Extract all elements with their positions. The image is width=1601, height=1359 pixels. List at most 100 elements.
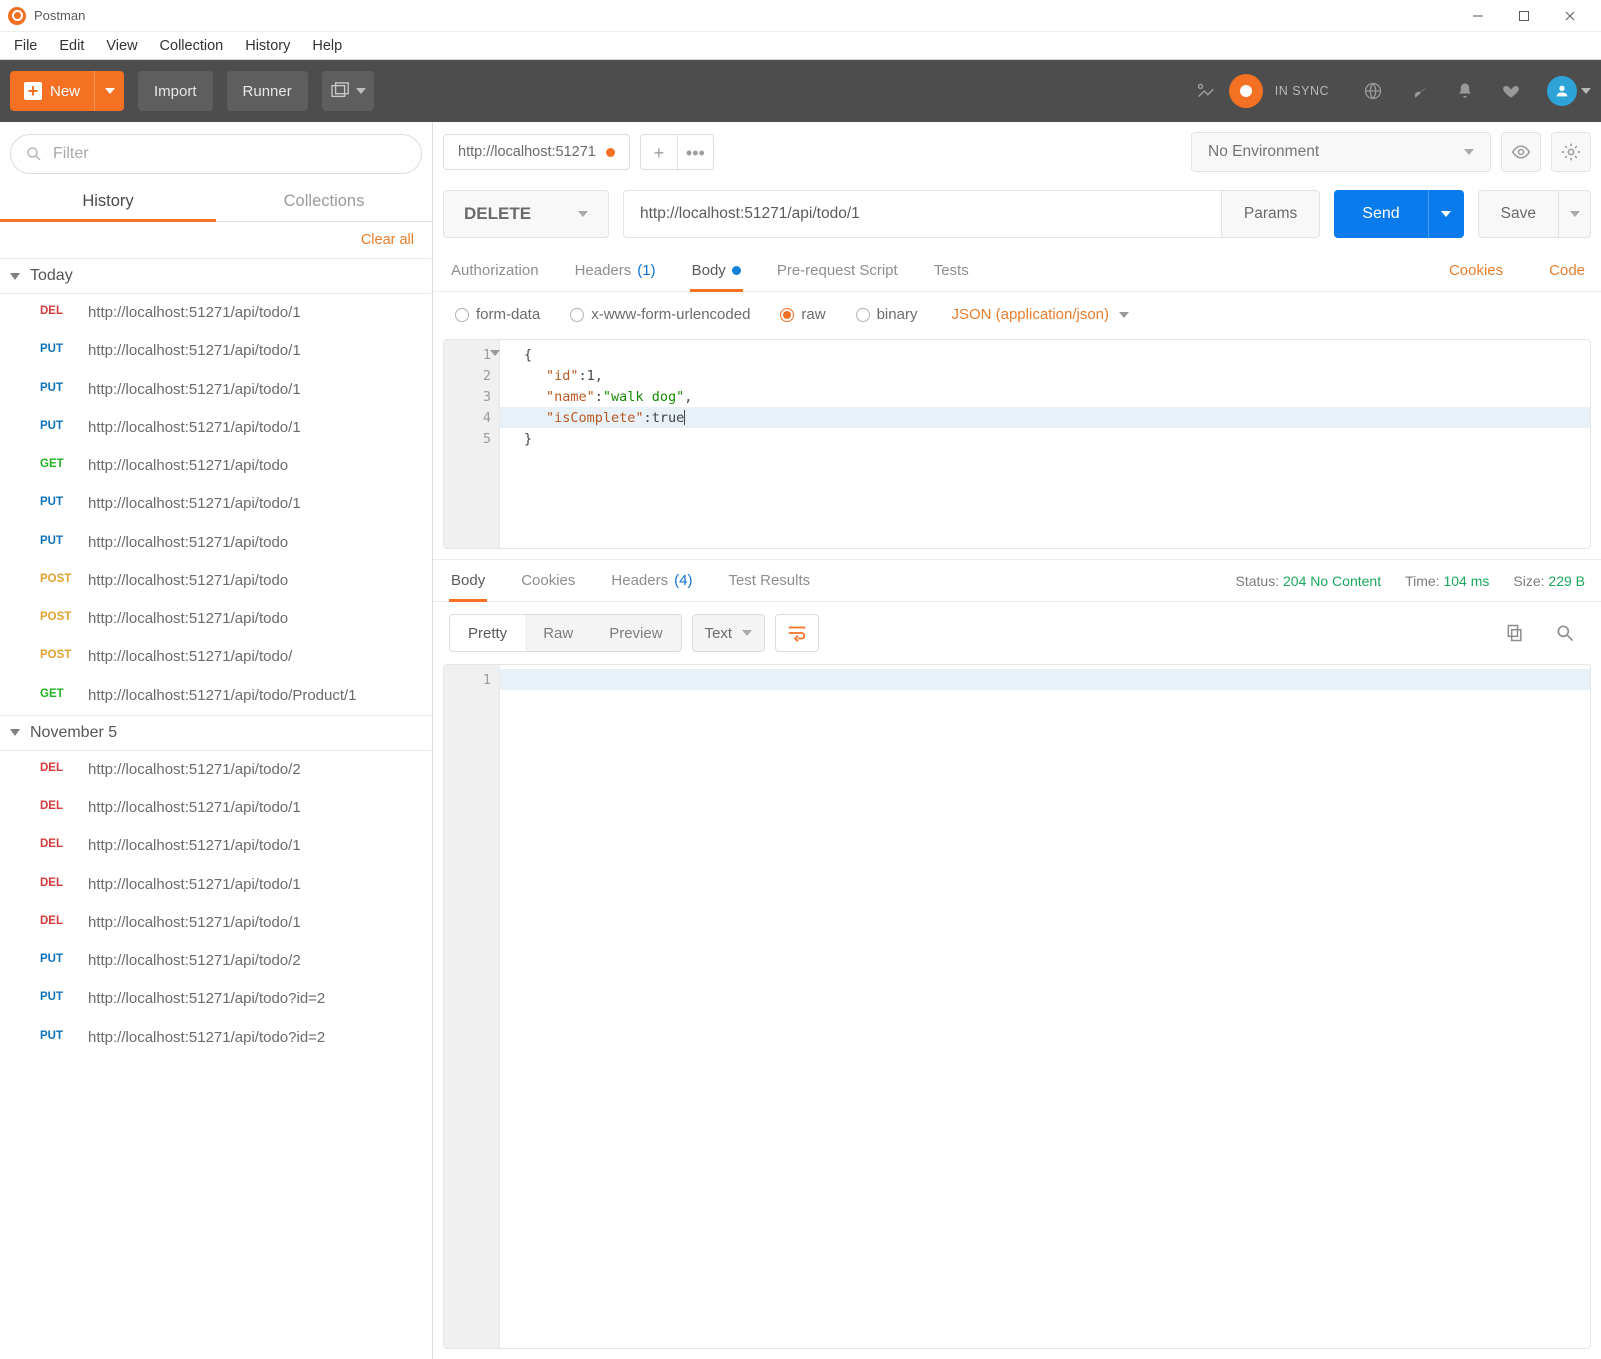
- history-item[interactable]: PUT http://localhost:51271/api/todo/1: [0, 409, 431, 447]
- code-link[interactable]: Code: [1549, 262, 1585, 279]
- history-item[interactable]: POSThttp://localhost:51271/api/todo: [0, 562, 431, 600]
- editor-code[interactable]: { "id":1, "name":"walk dog", "isComplete…: [500, 340, 1590, 548]
- radio-x-www-form[interactable]: x-www-form-urlencoded: [570, 306, 750, 323]
- history-url: http://localhost:51271/api/todo/1: [88, 418, 421, 438]
- history-item[interactable]: DELhttp://localhost:51271/api/todo/2: [0, 751, 431, 789]
- chevron-down-icon: [1581, 88, 1591, 94]
- response-mode-select[interactable]: Text: [692, 614, 766, 652]
- subtab-body[interactable]: Body: [690, 250, 743, 291]
- history-url: http://localhost:51271/api/todo/1: [88, 836, 421, 856]
- menu-view[interactable]: View: [96, 36, 147, 56]
- capture-icon[interactable]: [1195, 80, 1217, 102]
- radio-form-data[interactable]: form-data: [455, 306, 540, 323]
- history-method: PUT: [40, 418, 78, 432]
- size-value: 229 B: [1548, 573, 1585, 589]
- history-day-header[interactable]: Today: [0, 258, 431, 294]
- filter-input[interactable]: Filter: [10, 134, 422, 174]
- request-tab[interactable]: http://localhost:51271: [443, 134, 630, 170]
- request-body-editor[interactable]: 1 2 3 4 5 { "id":1, "name":"walk dog", "…: [443, 339, 1591, 549]
- sidebar-tab-history[interactable]: History: [0, 182, 216, 222]
- history-item[interactable]: POSThttp://localhost:51271/api/todo/: [0, 638, 431, 676]
- view-preview[interactable]: Preview: [591, 615, 680, 651]
- menu-collection[interactable]: Collection: [150, 36, 234, 56]
- history-item[interactable]: DELhttp://localhost:51271/api/todo/1: [0, 904, 431, 942]
- view-pretty[interactable]: Pretty: [450, 615, 525, 651]
- radio-raw[interactable]: raw: [780, 306, 825, 323]
- settings-icon[interactable]: [1409, 81, 1429, 101]
- save-button[interactable]: Save: [1478, 190, 1591, 238]
- send-button-caret[interactable]: [1428, 190, 1464, 238]
- response-tab-headers[interactable]: Headers (4): [609, 560, 694, 601]
- history-item[interactable]: PUThttp://localhost:51271/api/todo/1: [0, 332, 431, 370]
- history-url: http://localhost:51271/api/todo: [88, 456, 421, 476]
- subtab-headers[interactable]: Headers (1): [573, 250, 658, 291]
- history-method: GET: [40, 456, 78, 470]
- save-button-caret[interactable]: [1558, 191, 1590, 237]
- search-response-button[interactable]: [1545, 614, 1585, 652]
- subtab-authorization[interactable]: Authorization: [449, 250, 541, 291]
- history-item[interactable]: POSThttp://localhost:51271/api/todo: [0, 600, 431, 638]
- minimize-button[interactable]: [1455, 0, 1501, 32]
- copy-response-button[interactable]: [1495, 614, 1535, 652]
- notifications-icon[interactable]: [1455, 81, 1475, 101]
- history-item[interactable]: DELhttp://localhost:51271/api/todo/1: [0, 789, 431, 827]
- history-url: http://localhost:51271/api/todo/1: [88, 494, 421, 514]
- new-button[interactable]: + New: [10, 71, 124, 111]
- environment-select[interactable]: No Environment: [1191, 132, 1491, 172]
- windows-icon: [330, 82, 352, 100]
- menu-file[interactable]: File: [4, 36, 47, 56]
- response-body-editor[interactable]: 1: [443, 664, 1591, 1349]
- response-code: [500, 665, 1590, 1348]
- url-input[interactable]: http://localhost:51271/api/todo/1: [623, 190, 1222, 238]
- radio-binary[interactable]: binary: [856, 306, 918, 323]
- response-tab-tests[interactable]: Test Results: [726, 560, 812, 601]
- import-button[interactable]: Import: [138, 71, 213, 111]
- chevron-down-icon: [1119, 312, 1129, 318]
- history-item[interactable]: DELhttp://localhost:51271/api/todo/1: [0, 827, 431, 865]
- account-menu[interactable]: [1547, 76, 1591, 106]
- history-method: PUT: [40, 533, 78, 547]
- view-raw[interactable]: Raw: [525, 615, 591, 651]
- history-item[interactable]: PUThttp://localhost:51271/api/todo/1: [0, 371, 431, 409]
- clear-all-link[interactable]: Clear all: [361, 232, 414, 248]
- wrap-toggle[interactable]: [775, 614, 819, 652]
- response-tab-cookies[interactable]: Cookies: [519, 560, 577, 601]
- history-list[interactable]: TodayDELhttp://localhost:51271/api/todo/…: [0, 258, 432, 1359]
- history-item[interactable]: PUThttp://localhost:51271/api/todo?id=2: [0, 980, 431, 1018]
- environment-settings-button[interactable]: [1551, 132, 1591, 172]
- history-item[interactable]: GET http://localhost:51271/api/todo: [0, 447, 431, 485]
- close-button[interactable]: [1547, 0, 1593, 32]
- send-button-label: Send: [1334, 190, 1427, 238]
- add-tab-button[interactable]: +: [641, 135, 677, 171]
- send-button[interactable]: Send: [1334, 190, 1463, 238]
- history-item[interactable]: DELhttp://localhost:51271/api/todo/1: [0, 294, 431, 332]
- history-day-header[interactable]: November 5: [0, 715, 431, 751]
- runner-button[interactable]: Runner: [227, 71, 308, 111]
- history-item[interactable]: PUThttp://localhost:51271/api/todo?id=2: [0, 1019, 431, 1057]
- history-url: http://localhost:51271/api/todo: [88, 533, 421, 553]
- new-button-caret[interactable]: [94, 71, 124, 111]
- menu-edit[interactable]: Edit: [49, 36, 94, 56]
- params-button[interactable]: Params: [1222, 190, 1320, 238]
- content-type-select[interactable]: JSON (application/json): [951, 306, 1129, 323]
- method-select[interactable]: DELETE: [443, 190, 609, 238]
- new-window-button[interactable]: [322, 71, 374, 111]
- menu-help[interactable]: Help: [302, 36, 352, 56]
- history-item[interactable]: PUThttp://localhost:51271/api/todo/1: [0, 485, 431, 523]
- history-item[interactable]: DELhttp://localhost:51271/api/todo/1: [0, 866, 431, 904]
- sidebar-tab-collections[interactable]: Collections: [216, 182, 432, 222]
- history-item[interactable]: GEThttp://localhost:51271/api/todo/Produ…: [0, 677, 431, 715]
- subtab-tests[interactable]: Tests: [932, 250, 971, 291]
- menu-history[interactable]: History: [235, 36, 300, 56]
- cookies-link[interactable]: Cookies: [1449, 262, 1503, 279]
- subtab-prerequest[interactable]: Pre-request Script: [775, 250, 900, 291]
- proxy-icon[interactable]: [1363, 81, 1383, 101]
- environment-quicklook-button[interactable]: [1501, 132, 1541, 172]
- history-item[interactable]: PUThttp://localhost:51271/api/todo/2: [0, 942, 431, 980]
- response-tab-body[interactable]: Body: [449, 560, 487, 601]
- tab-options-button[interactable]: •••: [677, 135, 713, 171]
- sync-icon[interactable]: [1229, 74, 1263, 108]
- maximize-button[interactable]: [1501, 0, 1547, 32]
- heart-icon[interactable]: [1501, 81, 1521, 101]
- history-item[interactable]: PUT http://localhost:51271/api/todo: [0, 524, 431, 562]
